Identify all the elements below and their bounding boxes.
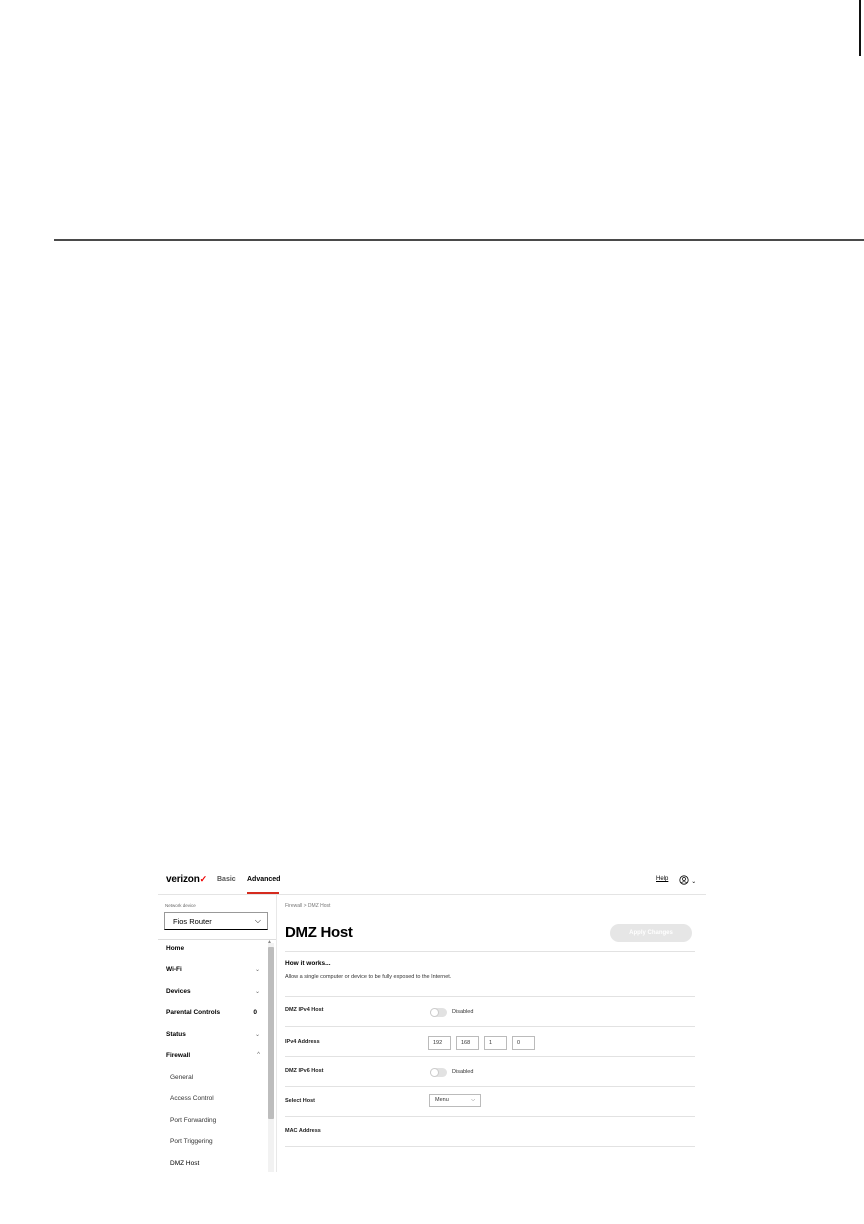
sidebar-item-label: Parental Controls xyxy=(166,1009,221,1016)
sidebar-subitem-access-control[interactable]: Access Control xyxy=(170,1095,214,1102)
row-divider xyxy=(285,1116,695,1117)
sidebar-item-status[interactable]: Status ⌄ xyxy=(166,1031,264,1045)
page-horizontal-rule xyxy=(54,239,864,241)
mac-address-label: MAC Address xyxy=(285,1128,321,1134)
logo-check-icon: ✓ xyxy=(199,874,208,884)
sidebar-item-wifi[interactable]: Wi-Fi ⌄ xyxy=(166,966,264,980)
sidebar-item-label: Firewall xyxy=(166,1052,191,1059)
dmz-ipv6-host-toggle[interactable] xyxy=(430,1068,447,1077)
toggle-knob xyxy=(430,1068,439,1077)
row-divider xyxy=(285,1056,695,1057)
sidebar: Network device Fios Router ⌵ ▲ Home Wi-F… xyxy=(158,895,277,1172)
sidebar-item-label: Wi-Fi xyxy=(166,966,182,973)
sidebar-subitem-general[interactable]: General xyxy=(170,1074,193,1081)
ipv4-octet-2-input[interactable]: 168 xyxy=(456,1036,479,1050)
chevron-down-icon: ⌄ xyxy=(254,967,260,973)
sidebar-item-home[interactable]: Home xyxy=(166,945,264,959)
sidebar-item-label: Home xyxy=(166,945,185,952)
apply-changes-button[interactable]: Apply Changes xyxy=(610,924,692,942)
chevron-down-icon: ⌄ xyxy=(254,1032,260,1038)
parental-controls-badge: 0 xyxy=(253,1009,257,1016)
ipv4-octet-3-input[interactable]: 1 xyxy=(484,1036,507,1050)
verizon-logo[interactable]: verizon✓ xyxy=(166,874,207,885)
sidebar-subitem-dmz-host[interactable]: DMZ Host xyxy=(170,1160,199,1167)
page-title: DMZ Host xyxy=(285,924,353,941)
dmz-ipv6-host-state: Disabled xyxy=(452,1069,474,1075)
ipv4-octet-4-input[interactable]: 0 xyxy=(512,1036,535,1050)
chevron-down-icon: ⌄ xyxy=(254,989,260,995)
section-divider xyxy=(285,951,695,952)
help-link[interactable]: Help xyxy=(656,876,668,882)
tab-advanced[interactable]: Advanced xyxy=(247,876,280,883)
breadcrumb[interactable]: Firewall > DMZ Host xyxy=(285,903,330,909)
logo-text: verizon xyxy=(166,874,200,885)
main-content: Firewall > DMZ Host DMZ Host Apply Chang… xyxy=(285,895,695,1172)
ipv4-address-label: IPv4 Address xyxy=(285,1039,320,1045)
dmz-ipv4-host-state: Disabled xyxy=(452,1009,474,1015)
how-it-works-heading: How it works... xyxy=(285,960,331,967)
router-admin-screenshot: verizon✓ Basic Advanced Help ⌄ Network d… xyxy=(158,866,706,1172)
select-host-label: Select Host xyxy=(285,1098,315,1104)
row-divider xyxy=(285,996,695,997)
nav-divider xyxy=(158,939,276,940)
row-divider xyxy=(285,1086,695,1087)
toggle-knob xyxy=(430,1008,439,1017)
chevron-down-icon: ⌵ xyxy=(254,916,261,925)
sidebar-subitem-port-triggering[interactable]: Port Triggering xyxy=(170,1138,213,1145)
dmz-ipv4-host-label: DMZ IPv4 Host xyxy=(285,1007,324,1013)
sidebar-item-devices[interactable]: Devices ⌄ xyxy=(166,988,264,1002)
scrollbar-thumb[interactable] xyxy=(268,947,274,1119)
user-menu-button[interactable]: ⌄ xyxy=(679,875,696,887)
sidebar-item-parental-controls[interactable]: Parental Controls 0 xyxy=(166,1009,264,1023)
network-device-select[interactable]: Fios Router ⌵ xyxy=(164,912,268,930)
select-host-dropdown[interactable]: Menu ⌵ xyxy=(429,1094,481,1107)
row-divider xyxy=(285,1026,695,1027)
top-navigation-bar: verizon✓ Basic Advanced Help ⌄ xyxy=(158,866,706,895)
user-circle-icon xyxy=(679,875,689,885)
sidebar-subitem-port-forwarding[interactable]: Port Forwarding xyxy=(170,1117,216,1124)
dmz-ipv6-host-label: DMZ IPv6 Host xyxy=(285,1068,324,1074)
select-host-value: Menu xyxy=(435,1097,449,1103)
network-device-value: Fios Router xyxy=(173,917,212,926)
chevron-up-icon: ^ xyxy=(257,1052,260,1058)
ipv4-octet-1-input[interactable]: 192 xyxy=(428,1036,451,1050)
tab-basic[interactable]: Basic xyxy=(217,876,236,883)
active-tab-indicator xyxy=(247,892,279,894)
chevron-down-icon: ⌄ xyxy=(691,879,697,885)
how-it-works-description: Allow a single computer or device to be … xyxy=(285,974,452,980)
row-divider xyxy=(285,1146,695,1147)
chevron-down-icon: ⌵ xyxy=(471,1097,475,1103)
page-edge-line xyxy=(859,0,861,56)
sidebar-item-label: Devices xyxy=(166,988,191,995)
sidebar-item-label: Status xyxy=(166,1031,186,1038)
network-device-label: Network device xyxy=(165,903,196,908)
sidebar-item-firewall[interactable]: Firewall ^ xyxy=(166,1052,264,1066)
dmz-ipv4-host-toggle[interactable] xyxy=(430,1008,447,1017)
